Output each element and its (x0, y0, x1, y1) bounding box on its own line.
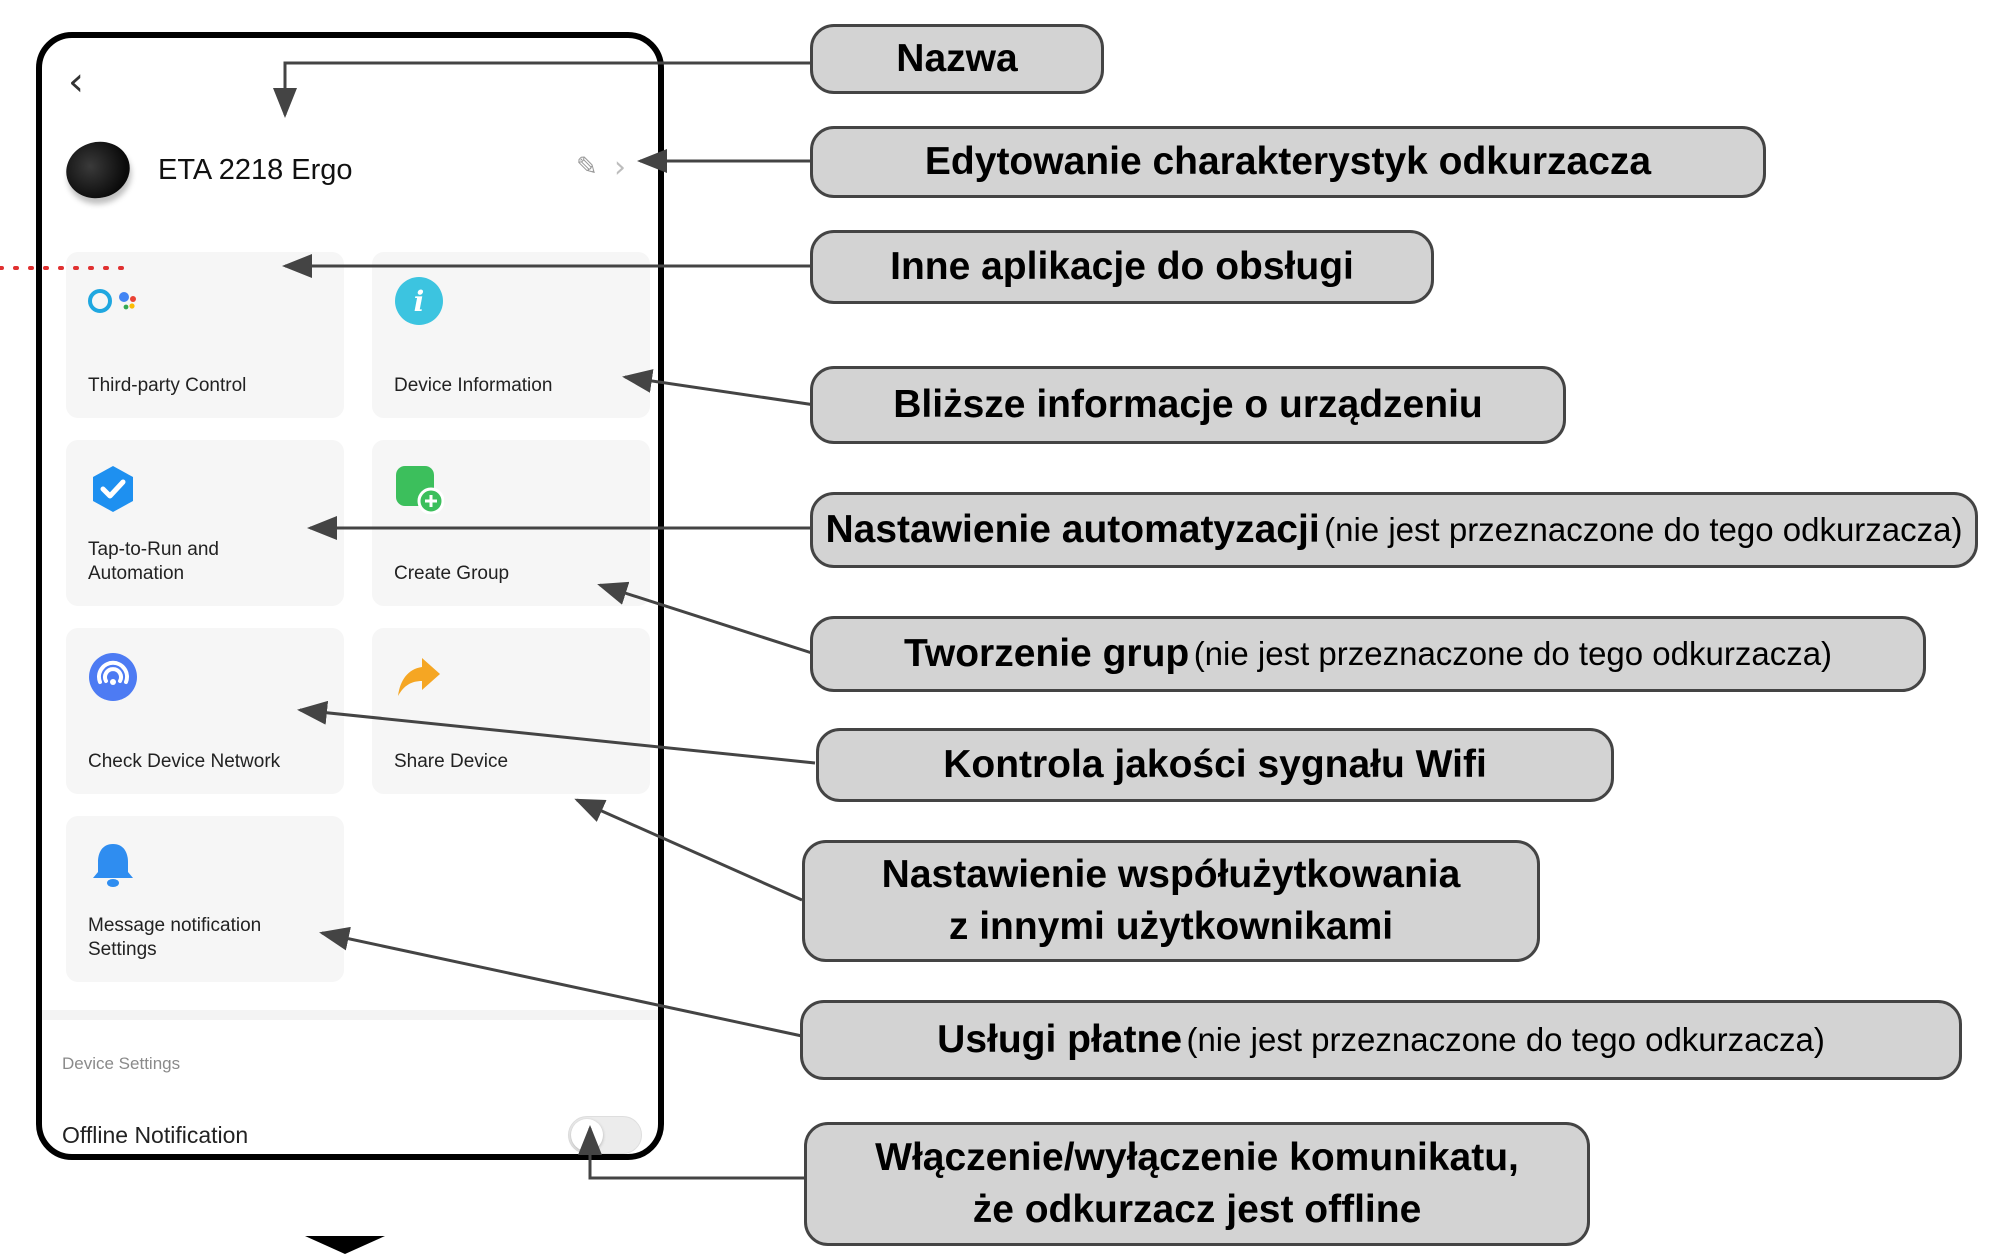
tile-third-party-control[interactable]: Third-party Control (66, 252, 344, 418)
tile-label: Tap-to-Run and Automation (88, 539, 219, 584)
tile-create-group[interactable]: Create Group (372, 440, 650, 606)
callout-other-apps: Inne aplikacje do obsługi (810, 230, 1434, 304)
back-icon[interactable]: ‹ (68, 62, 84, 102)
section-divider (42, 1010, 658, 1020)
callout-offline: Włączenie/wyłączenie komunikatu, że odku… (804, 1122, 1590, 1246)
callout-sharing: Nastawienie współużytkowania z innymi uż… (802, 840, 1540, 962)
device-name: ETA 2218 Ergo (158, 154, 353, 186)
edit-pencil-icon[interactable]: ✎ (576, 152, 598, 182)
tile-label: Device Information (394, 375, 553, 396)
tile-label: Check Device Network (88, 751, 281, 772)
device-settings-heading: Device Settings (62, 1054, 181, 1073)
callout-device-info: Bliższe informacje o urządzeniu (810, 366, 1566, 444)
callout-automation: Nastawienie automatyzacji (nie jest prze… (810, 492, 1978, 568)
tile-message-notification[interactable]: Message notification Settings (66, 816, 344, 982)
network-signal-icon (89, 653, 137, 701)
callout-groups: Tworzenie grup (nie jest przeznaczone do… (810, 616, 1926, 692)
svg-text:i: i (414, 285, 425, 318)
toggle-knob (571, 1119, 603, 1151)
tile-check-device-network[interactable]: Check Device Network (66, 628, 344, 794)
tile-label: Message notification Settings (88, 915, 262, 960)
phone-screen: ‹ ETA 2218 Ergo ✎ › Third-party Control … (36, 32, 664, 1160)
tile-label: Third-party Control (88, 375, 247, 396)
callout-wifi: Kontrola jakości sygnału Wifi (816, 728, 1614, 802)
device-header: ETA 2218 Ergo ✎ › (59, 134, 646, 210)
tile-tap-to-run[interactable]: Tap-to-Run and Automation (66, 440, 344, 606)
voice-assistants-icon (88, 289, 136, 313)
create-group-icon (396, 466, 444, 514)
callout-edit: Edytowanie charakterystyk odkurzacza (810, 126, 1766, 198)
tile-label: Create Group (394, 563, 510, 584)
tile-label: Share Device (394, 751, 509, 772)
offline-notification-toggle[interactable] (568, 1116, 642, 1154)
tile-device-information[interactable]: i Device Information (372, 252, 650, 418)
automation-check-icon (93, 466, 133, 512)
tile-share-device[interactable]: Share Device (372, 628, 650, 794)
callout-name: Nazwa (810, 24, 1104, 94)
device-avatar (59, 134, 137, 206)
share-arrow-icon (398, 658, 440, 696)
chevron-right-icon[interactable]: › (614, 150, 626, 185)
bell-icon (93, 844, 133, 887)
callout-paid-services: Usługi płatne (nie jest przeznaczone do … (800, 1000, 1962, 1080)
info-icon: i (395, 277, 443, 325)
offline-notification-label: Offline Notification (62, 1122, 249, 1148)
